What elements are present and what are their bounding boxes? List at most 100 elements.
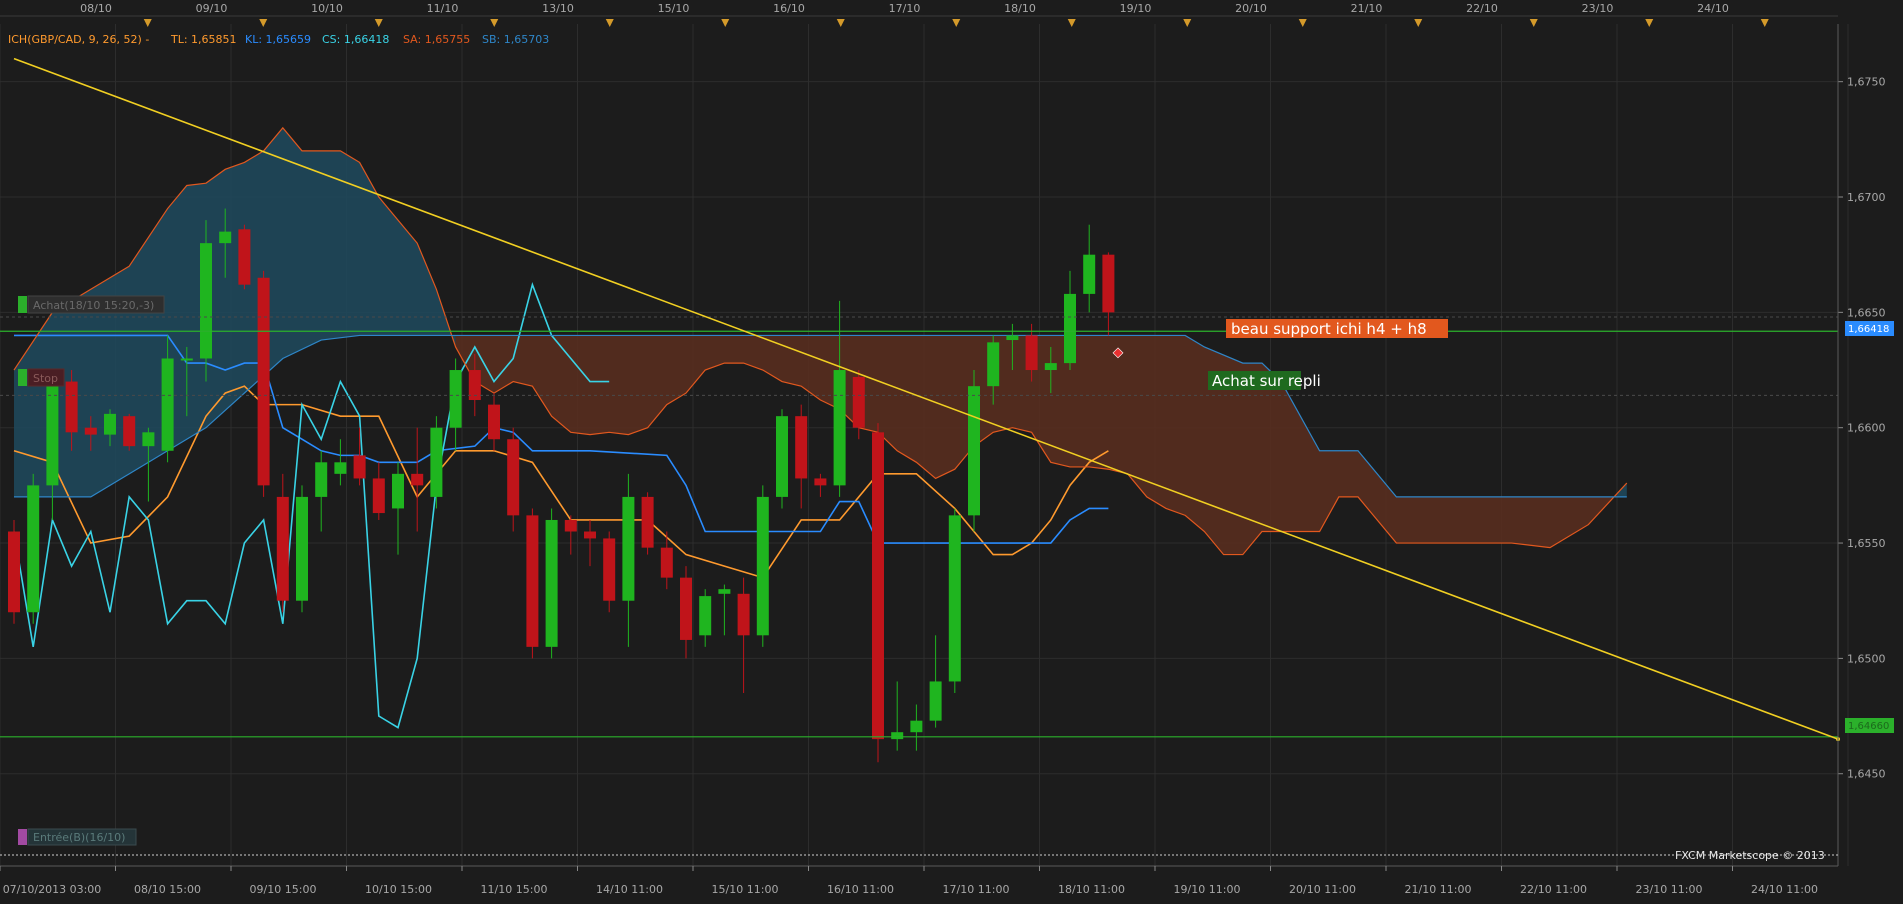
candle-bullish[interactable]	[776, 409, 788, 509]
entry-order-flag	[18, 829, 27, 845]
top-date-label: 15/10	[658, 2, 690, 15]
candle-body	[430, 427, 443, 497]
stop-order-label: Stop	[33, 372, 58, 385]
entry-order-marker[interactable]: Entrée(B)(16/10)	[18, 828, 137, 846]
candle-body	[257, 277, 270, 486]
chart-canvas[interactable]: 1,6750 1,6700 1,6650 1,6600 1,6550 1,6500 1,64…	[0, 0, 1903, 900]
candle-body	[507, 439, 520, 516]
bottom-date-label: 09/10 15:00	[250, 883, 317, 896]
bottom-date-label: 14/10 11:00	[596, 883, 663, 896]
candle-bearish[interactable]	[641, 492, 654, 555]
entry-order-label: Entrée(B)(16/10)	[33, 831, 125, 844]
candle-bullish[interactable]	[545, 508, 558, 659]
candle-body	[891, 732, 904, 740]
upper-price-tag: 1,66418	[1845, 321, 1894, 336]
buy-order-marker[interactable]: Achat(18/10 15:20,-3)	[18, 295, 165, 314]
bottom-date-label: 22/10 11:00	[1520, 883, 1587, 896]
candle-body	[929, 681, 942, 721]
candle-body	[526, 515, 539, 647]
bottom-date-label: 17/10 11:00	[943, 883, 1010, 896]
support-annotation-text: beau support ichi h4 + h8	[1231, 320, 1427, 338]
candle-body	[1064, 293, 1076, 364]
lower-price-tag-text: 1,64660	[1848, 721, 1889, 732]
legend-tl: TL: 1,65851	[170, 33, 237, 46]
top-date-label: 16/10	[773, 2, 805, 15]
candle-body	[910, 720, 923, 733]
candle-bullish[interactable]	[948, 508, 961, 693]
candle-body	[641, 496, 654, 548]
candle-body	[353, 455, 366, 479]
candle-bearish[interactable]	[603, 531, 616, 613]
candle-body	[1006, 335, 1019, 341]
candle-body	[660, 547, 673, 578]
candle-body	[852, 376, 865, 428]
candle-bearish[interactable]	[526, 508, 539, 659]
candle-body	[296, 496, 308, 601]
legend-cs: CS: 1,66418	[322, 33, 389, 46]
bottom-date-label: 21/10 11:00	[1405, 883, 1472, 896]
indicator-title: ICH(GBP/CAD, 9, 26, 52) -	[8, 33, 149, 46]
candle-body	[104, 413, 116, 435]
candle-body	[968, 386, 980, 516]
candle-bullish[interactable]	[296, 485, 308, 613]
candle-body	[488, 404, 500, 440]
candle-body	[1044, 363, 1057, 371]
candle-body	[603, 538, 616, 601]
candle-bullish[interactable]	[200, 220, 212, 382]
candle-body	[756, 496, 769, 636]
stop-order-marker[interactable]: Stop	[18, 368, 65, 387]
candle-body	[1025, 335, 1038, 371]
candle-body	[161, 358, 174, 451]
candle-body	[1102, 254, 1115, 313]
candle-body	[411, 473, 424, 486]
legend-sb: SB: 1,65703	[482, 33, 549, 46]
top-date-label: 24/10	[1697, 2, 1729, 15]
upper-price-tag-text: 1,66418	[1848, 324, 1889, 335]
top-date-label: 08/10	[80, 2, 112, 15]
candle-body	[680, 577, 692, 640]
candle-body	[142, 432, 155, 447]
candle-body	[180, 358, 193, 361]
candle-body	[238, 229, 251, 285]
buy-order-flag	[18, 296, 27, 313]
price-label: 1,6700	[1847, 191, 1886, 204]
candle-body	[200, 243, 212, 359]
bottom-date-label: 15/10 11:00	[712, 883, 779, 896]
candle-bearish[interactable]	[872, 423, 884, 763]
candle-body	[948, 515, 961, 682]
candle-bullish[interactable]	[27, 473, 40, 624]
top-date-label: 21/10	[1351, 2, 1383, 15]
bottom-date-label: 23/10 11:00	[1636, 883, 1703, 896]
candle-body	[814, 478, 827, 486]
top-date-label: 19/10	[1120, 2, 1152, 15]
candle-bearish[interactable]	[238, 224, 251, 290]
bottom-date-label: 08/10 15:00	[134, 883, 201, 896]
candle-body	[776, 416, 788, 497]
candle-body	[8, 531, 20, 613]
bottom-date-label: 20/10 11:00	[1289, 883, 1356, 896]
candle-bullish[interactable]	[756, 485, 769, 647]
candle-body	[737, 593, 750, 636]
support-annotation[interactable]: beau support ichi h4 + h8	[1226, 319, 1448, 338]
candle-bearish[interactable]	[8, 519, 20, 624]
candle-bullish[interactable]	[968, 370, 980, 532]
top-date-label: 18/10	[1004, 2, 1036, 15]
ichimoku-chart[interactable]: 1,6750 1,6700 1,6650 1,6600 1,6550 1,6500 1,64…	[0, 0, 1903, 900]
bottom-date-label: 10/10 15:00	[365, 883, 432, 896]
top-date-label: 23/10	[1582, 2, 1614, 15]
candle-bullish[interactable]	[430, 416, 443, 509]
price-label: 1,6500	[1847, 652, 1886, 665]
buy-annotation[interactable]: Achat sur repli	[1208, 371, 1321, 390]
top-date-label: 20/10	[1235, 2, 1267, 15]
legend-kl: KL: 1,65659	[245, 33, 311, 46]
legend-sa: SA: 1,65755	[403, 33, 470, 46]
candle-body	[584, 531, 596, 539]
top-date-label: 09/10	[196, 2, 228, 15]
candle-bearish[interactable]	[123, 413, 136, 451]
candle-bearish[interactable]	[257, 270, 270, 497]
lower-price-tag: 1,64660	[1845, 718, 1894, 733]
price-label: 1,6650	[1847, 306, 1886, 319]
price-label: 1,6450	[1847, 768, 1886, 781]
candle-body	[987, 342, 1000, 387]
candle-body	[699, 596, 712, 636]
